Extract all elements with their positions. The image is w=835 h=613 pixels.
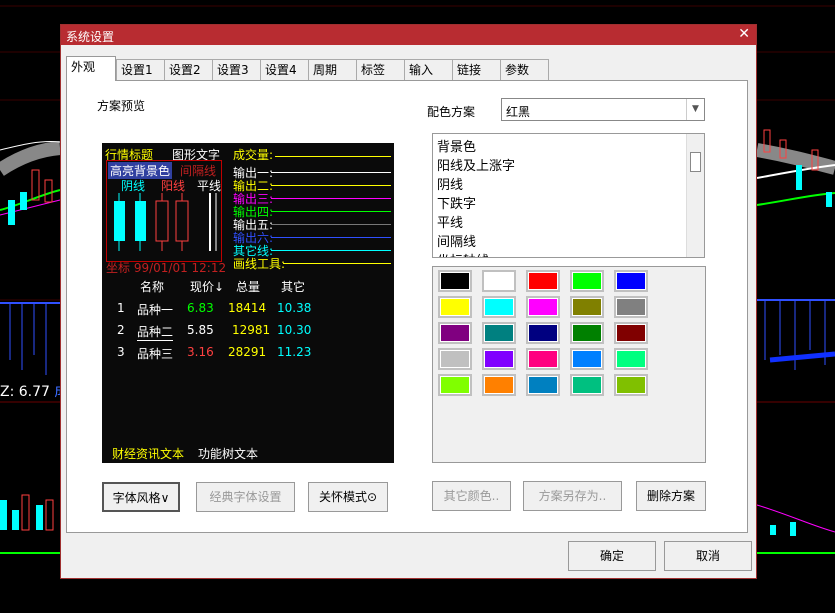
dialog-title: 系统设置 <box>66 30 115 44</box>
close-icon[interactable]: ✕ <box>738 26 750 42</box>
scheme-preview: 行情标题 图形文字 成交量: 高亮背景色 间隔线 阴线 阳线 平线 输出一: 输… <box>102 143 394 463</box>
color-swatch[interactable] <box>526 374 560 396</box>
list-item[interactable]: 平线 <box>437 212 463 231</box>
color-swatch[interactable] <box>438 270 472 292</box>
row-price: 6.83 <box>187 301 214 315</box>
chevron-down-icon[interactable]: ▼ <box>686 99 704 120</box>
list-item[interactable]: 阳线及上涨字 <box>437 155 515 174</box>
col-header-other: 其它 <box>281 280 306 294</box>
color-swatch[interactable] <box>526 296 560 318</box>
row-index: 2 <box>117 323 125 337</box>
color-swatch[interactable] <box>482 296 516 318</box>
preview-flat-line: 平线 <box>197 179 222 193</box>
color-swatch[interactable] <box>614 270 648 292</box>
list-item[interactable]: 间隔线 <box>437 231 476 250</box>
list-item[interactable]: 背景色 <box>437 136 476 155</box>
color-swatch[interactable] <box>570 348 604 370</box>
row-name: 品种二 <box>137 325 174 341</box>
tab-settings4[interactable]: 设置4 <box>260 59 309 80</box>
row-index: 3 <box>117 345 125 359</box>
color-swatch[interactable] <box>614 374 648 396</box>
row-other: 10.30 <box>277 323 312 337</box>
tab-links[interactable]: 链接 <box>452 59 501 80</box>
color-swatch[interactable] <box>438 374 472 396</box>
color-swatch[interactable] <box>526 348 560 370</box>
cancel-button[interactable]: 取消 <box>664 541 752 571</box>
tab-settings2[interactable]: 设置2 <box>164 59 213 80</box>
classic-font-button[interactable]: 经典字体设置 <box>196 482 295 512</box>
color-swatch[interactable] <box>570 322 604 344</box>
color-swatch[interactable] <box>570 374 604 396</box>
color-swatch[interactable] <box>438 348 472 370</box>
row-price: 3.16 <box>187 345 214 359</box>
appearance-panel: 方案预览 行情标题 图形文字 成交量: 高亮背景色 间隔线 阴线 阳线 平线 输… <box>66 80 748 533</box>
color-swatch[interactable] <box>482 374 516 396</box>
col-header-name: 名称 <box>140 280 165 294</box>
col-header-volume: 总量 <box>236 280 261 294</box>
color-swatch[interactable] <box>614 322 648 344</box>
delete-scheme-button[interactable]: 删除方案 <box>636 481 706 511</box>
list-item[interactable]: 阴线 <box>437 174 463 193</box>
row-volume: 12981 <box>232 323 271 337</box>
tab-input[interactable]: 输入 <box>404 59 453 80</box>
row-other: 10.38 <box>277 301 312 315</box>
tab-appearance[interactable]: 外观 <box>66 56 116 81</box>
scrollbar-thumb[interactable] <box>690 152 701 172</box>
row-name: 品种三 <box>137 347 174 361</box>
tab-settings3[interactable]: 设置3 <box>212 59 261 80</box>
color-item-list[interactable]: 背景色 阳线及上涨字 阴线 下跌字 平线 间隔线 坐标轴线 <box>432 133 705 258</box>
preview-yang-line: 阳线 <box>161 179 186 193</box>
color-swatch[interactable] <box>526 270 560 292</box>
ok-button[interactable]: 确定 <box>568 541 656 571</box>
title-bar[interactable]: 系统设置 ✕ <box>61 25 756 45</box>
indicator-readout: Z: 6.77 成 <box>0 384 68 400</box>
color-swatch[interactable] <box>614 296 648 318</box>
color-swatch[interactable] <box>438 296 472 318</box>
list-item[interactable]: 坐标轴线 <box>437 250 489 257</box>
tab-params[interactable]: 参数 <box>500 59 549 80</box>
row-name: 品种一 <box>137 303 174 317</box>
row-price: 5.85 <box>187 323 214 337</box>
settings-dialog: 系统设置 ✕ 外观 设置1 设置2 设置3 设置4 周期 标签 输入 链接 参数… <box>60 24 757 579</box>
drawing-tool-line: 画线工具: <box>233 257 286 271</box>
color-swatch[interactable] <box>482 270 516 292</box>
col-header-price: 现价↓ <box>190 280 225 294</box>
list-scrollbar[interactable] <box>686 134 704 257</box>
color-scheme-label: 配色方案 <box>427 105 476 119</box>
color-swatch[interactable] <box>482 322 516 344</box>
row-volume: 18414 <box>228 301 267 315</box>
color-swatch[interactable] <box>570 296 604 318</box>
color-swatch[interactable] <box>438 322 472 344</box>
preview-candles <box>114 193 217 251</box>
save-scheme-as-button[interactable]: 方案另存为.. <box>523 481 622 511</box>
tab-settings1[interactable]: 设置1 <box>116 59 165 80</box>
preview-label: 方案预览 <box>97 99 146 113</box>
color-swatch[interactable] <box>526 322 560 344</box>
color-swatch-grid <box>432 266 706 463</box>
color-swatch[interactable] <box>570 270 604 292</box>
font-style-button[interactable]: 字体风格∨ <box>102 482 180 512</box>
preview-yin-line: 阴线 <box>121 179 146 193</box>
tab-labels[interactable]: 标签 <box>356 59 405 80</box>
preview-tree-text: 功能树文本 <box>198 447 259 461</box>
care-mode-button[interactable]: 关怀模式⊙ <box>308 482 388 512</box>
preview-news-text: 财经资讯文本 <box>112 447 185 461</box>
color-swatch[interactable] <box>482 348 516 370</box>
preview-coordinate: 坐标 99/01/01 12:12 <box>106 261 227 275</box>
row-other: 11.23 <box>277 345 312 359</box>
list-item[interactable]: 下跌字 <box>437 193 476 212</box>
color-scheme-value: 红黑 <box>506 105 531 119</box>
tab-period[interactable]: 周期 <box>308 59 357 80</box>
color-swatch[interactable] <box>614 348 648 370</box>
preview-volume-label: 成交量: <box>233 148 274 162</box>
other-colors-button[interactable]: 其它颜色.. <box>432 481 511 511</box>
row-index: 1 <box>117 301 125 315</box>
row-volume: 28291 <box>228 345 267 359</box>
color-scheme-select[interactable]: 红黑 ▼ <box>501 98 705 121</box>
